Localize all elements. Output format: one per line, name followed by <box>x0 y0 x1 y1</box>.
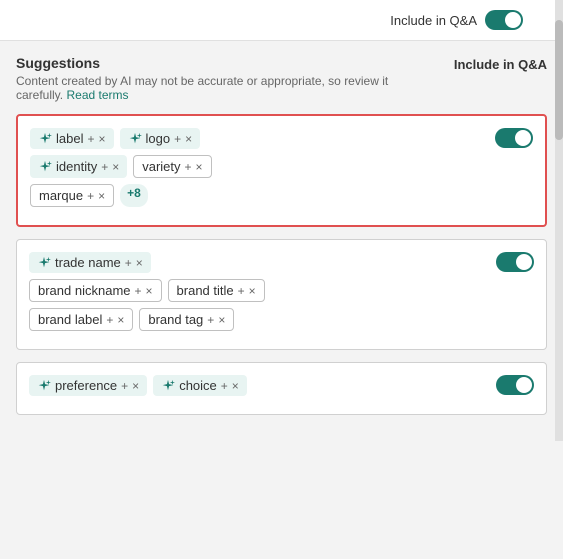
tag-add-button[interactable]: + <box>174 132 181 146</box>
tag-add-button[interactable]: + <box>185 160 192 174</box>
column-label: Include in Q&A <box>454 57 547 72</box>
suggestions-heading: Suggestions <box>16 55 438 71</box>
card-2-body: trade name + × brand nickname + × brand title +… <box>29 252 484 337</box>
suggestions-description: Content created by AI may not be accurat… <box>16 74 438 102</box>
tag-add-button[interactable]: + <box>125 256 132 270</box>
tag-remove-button[interactable]: × <box>117 313 124 327</box>
card-2-plain-tag-0: brand label + × <box>29 308 133 331</box>
tag-remove-button[interactable]: × <box>232 379 239 393</box>
card-1-badge: +8 <box>120 184 148 207</box>
card-2-toggle[interactable] <box>496 252 534 272</box>
tag-add-button[interactable]: + <box>238 284 245 298</box>
tag-add-button[interactable]: + <box>106 313 113 327</box>
tag-text: choice <box>179 378 217 393</box>
tag-remove-button[interactable]: × <box>132 379 139 393</box>
card-2-plain-tag-0: brand nickname + × <box>29 279 162 302</box>
sparkle-icon <box>37 379 51 393</box>
tag-add-button[interactable]: + <box>121 379 128 393</box>
card-2: trade name + × brand nickname + × brand title +… <box>16 239 547 350</box>
tag-text: variety <box>142 159 180 174</box>
card-3-row-1: preference + × choice + × <box>29 375 484 396</box>
tag-text: brand title <box>177 283 234 298</box>
tag-text: marque <box>39 188 83 203</box>
sparkle-icon <box>37 256 51 270</box>
card-1-row-1: label+× logo+× <box>30 128 483 149</box>
card-2-plain-tag-1: brand title + × <box>168 279 265 302</box>
tag-remove-button[interactable]: × <box>249 284 256 298</box>
card-1-body: label+× logo+× identity+×variety+×marque… <box>30 128 483 213</box>
sparkle-icon <box>161 379 175 393</box>
tag-add-button[interactable]: + <box>87 132 94 146</box>
card-1-ai-tag-0: label + × <box>30 128 114 149</box>
card-2-ai-tag-0: trade name + × <box>29 252 151 273</box>
tag-remove-button[interactable]: × <box>98 189 105 203</box>
card-1-row-2: identity + × variety + × <box>30 155 483 178</box>
tag-add-button[interactable]: + <box>87 189 94 203</box>
tag-add-button[interactable]: + <box>207 313 214 327</box>
top-toggle-label: Include in Q&A <box>390 13 477 28</box>
read-terms-link[interactable]: Read terms <box>66 88 128 102</box>
card-3-body: preference + × choice + × <box>29 375 484 402</box>
tag-text: label <box>56 131 83 146</box>
tag-add-button[interactable]: + <box>221 379 228 393</box>
tag-text: brand label <box>38 312 102 327</box>
card-2-plain-tag-1: brand tag + × <box>139 308 234 331</box>
main-content: Suggestions Content created by AI may no… <box>0 41 563 441</box>
card-3-toggle[interactable] <box>496 375 534 395</box>
sparkle-icon <box>38 160 52 174</box>
tag-text: brand nickname <box>38 283 131 298</box>
tag-text: preference <box>55 378 117 393</box>
suggestions-left: Suggestions Content created by AI may no… <box>16 55 438 102</box>
card-1-row-3: marque + × +8 <box>30 184 483 207</box>
card-1-plain-tag-1: variety + × <box>133 155 211 178</box>
cards-container: label+× logo+× identity+×variety+×marque… <box>16 114 547 415</box>
card-1-ai-tag-0: identity + × <box>30 155 127 178</box>
tag-remove-button[interactable]: × <box>136 256 143 270</box>
card-2-row-1: trade name + × <box>29 252 484 273</box>
tag-text: trade name <box>55 255 121 270</box>
tag-text: brand tag <box>148 312 203 327</box>
tag-remove-button[interactable]: × <box>98 132 105 146</box>
suggestions-header: Suggestions Content created by AI may no… <box>16 55 547 102</box>
card-1-toggle[interactable] <box>495 128 533 148</box>
tag-text: logo <box>146 131 171 146</box>
card-3-ai-tag-1: choice + × <box>153 375 247 396</box>
card-3-ai-tag-0: preference + × <box>29 375 147 396</box>
card-1-plain-tag-0: marque + × <box>30 184 114 207</box>
tag-remove-button[interactable]: × <box>196 160 203 174</box>
top-toggle[interactable] <box>485 10 523 30</box>
sparkle-icon <box>128 132 142 146</box>
tag-add-button[interactable]: + <box>135 284 142 298</box>
tag-remove-button[interactable]: × <box>112 160 119 174</box>
card-1-ai-tag-1: logo+ × <box>120 128 201 149</box>
tag-remove-button[interactable]: × <box>218 313 225 327</box>
tag-remove-button[interactable]: × <box>146 284 153 298</box>
card-1: label+× logo+× identity+×variety+×marque… <box>16 114 547 227</box>
scrollbar-thumb[interactable] <box>555 20 563 140</box>
tag-remove-button[interactable]: × <box>185 132 192 146</box>
tag-text: identity <box>56 159 97 174</box>
top-bar: Include in Q&A <box>0 0 563 41</box>
tag-add-button[interactable]: + <box>101 160 108 174</box>
scrollbar-track <box>555 0 563 441</box>
card-2-row-2: brand nickname + × brand title + × <box>29 279 484 302</box>
card-2-row-3: brand label + × brand tag + × <box>29 308 484 331</box>
sparkle-icon <box>38 132 52 146</box>
card-3: preference + × choice + × <box>16 362 547 415</box>
